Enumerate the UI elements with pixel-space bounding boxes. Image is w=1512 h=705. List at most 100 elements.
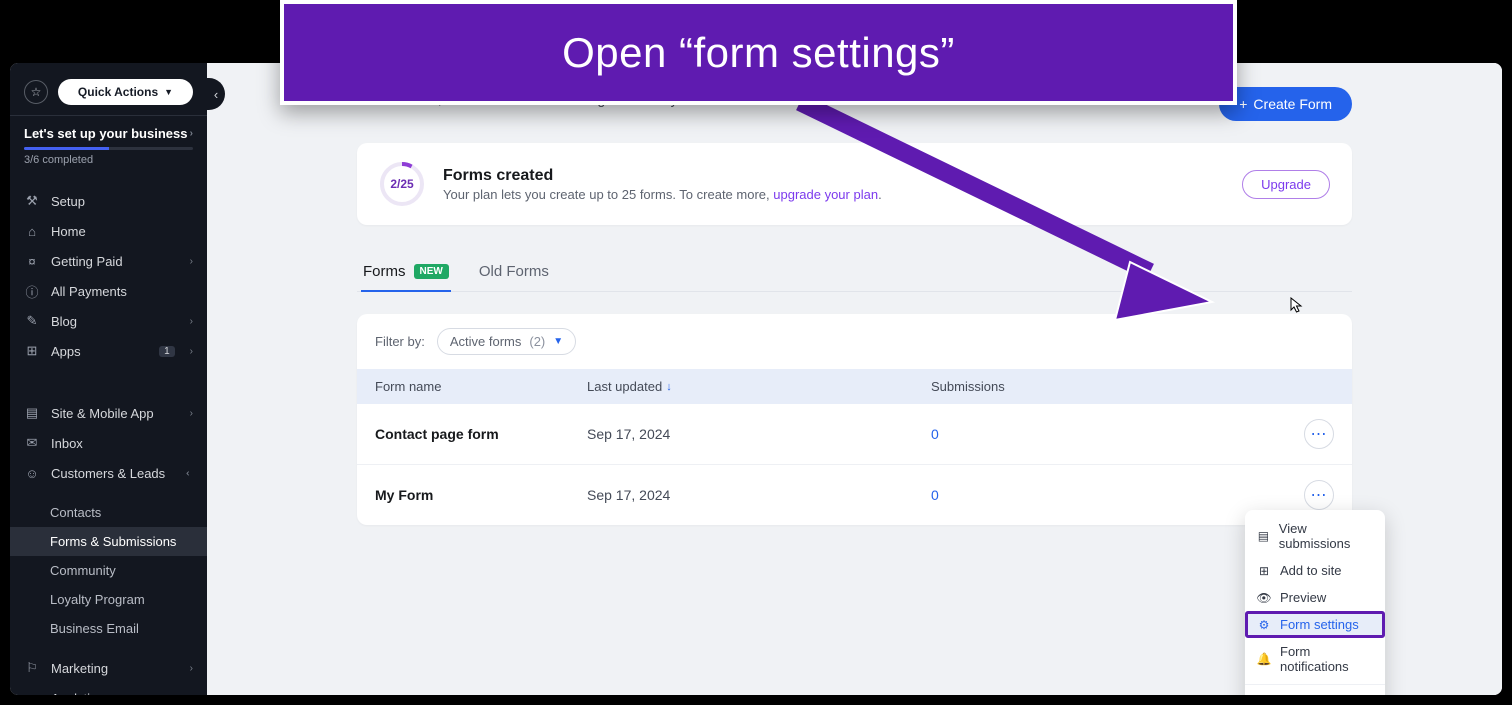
chevron-right-icon: › — [190, 256, 193, 267]
table-header: Form name Last updated ↓ Submissions — [357, 369, 1352, 404]
plan-usage-gauge: 2/25 — [379, 161, 425, 207]
nav-label: Inbox — [51, 436, 193, 451]
cell-last-updated: Sep 17, 2024 — [587, 426, 931, 442]
setup-progress-count: 3/6 completed — [24, 154, 193, 166]
sidebar-item-inbox[interactable]: ✉ Inbox — [10, 428, 207, 458]
nav-icon: ✎ — [24, 313, 40, 329]
plus-icon: + — [1239, 96, 1247, 112]
sidebar-item-site-mobile-app[interactable]: ▤ Site & Mobile App › — [10, 398, 207, 428]
col-last-updated[interactable]: Last updated ↓ — [587, 379, 931, 394]
row-context-menu: ▤View submissions ⊞Add to site 👁Preview … — [1245, 510, 1385, 695]
subnav-label: Business Email — [50, 621, 193, 636]
sidebar-item-getting-paid[interactable]: ¤ Getting Paid › — [10, 246, 207, 276]
setup-progress-bar — [24, 147, 193, 150]
nav-label: Analytics — [51, 691, 179, 696]
subnav-label: Community — [50, 563, 193, 578]
list-icon: ▤ — [1257, 529, 1270, 543]
cell-submissions[interactable]: 0 — [931, 487, 1274, 503]
chevron-right-icon: › — [190, 408, 193, 419]
nav-label: Setup — [51, 194, 193, 209]
sidebar-item-marketing[interactable]: ⚐ Marketing › — [10, 653, 207, 683]
nav-label: Apps — [51, 344, 148, 359]
setup-business-row[interactable]: Let's set up your business › — [24, 126, 193, 141]
subnav-label: Forms & Submissions — [50, 534, 193, 549]
create-form-button[interactable]: + Create Form — [1219, 87, 1352, 121]
app-frame: ‹ ☆ Quick Actions ▼ Let's set up your bu… — [10, 63, 1502, 695]
cell-form-name: My Form — [375, 487, 587, 503]
subnav-label: Loyalty Program — [50, 592, 193, 607]
nav-icon: ⚐ — [24, 660, 40, 676]
nav-label: Home — [51, 224, 193, 239]
filter-count: (2) — [529, 334, 545, 349]
nav-icon: ¤ — [24, 253, 40, 269]
table-row[interactable]: Contact page formSep 17, 20240 ⋯ — [357, 404, 1352, 465]
plan-card-title: Forms created — [443, 167, 882, 185]
filter-selected-value: Active forms — [450, 334, 522, 349]
menu-add-to-site[interactable]: ⊞Add to site — [1245, 557, 1385, 584]
upgrade-button[interactable]: Upgrade — [1242, 170, 1330, 199]
table-row[interactable]: My FormSep 17, 20240 ⋯ — [357, 465, 1352, 525]
nav-icon: ⌂ — [24, 223, 40, 239]
cell-last-updated: Sep 17, 2024 — [587, 487, 931, 503]
sidebar-item-customers-leads[interactable]: ☺Customers & Leads⌄ — [10, 458, 207, 488]
sidebar-subitem-loyalty-program[interactable]: Loyalty Program — [10, 585, 207, 614]
sidebar-item-apps[interactable]: ⊞Apps1› — [10, 336, 207, 366]
create-form-label: Create Form — [1253, 96, 1332, 112]
chevron-down-icon: ▼ — [553, 336, 563, 347]
instruction-banner: Open “form settings” — [280, 0, 1237, 105]
nav-icon: ✉ — [24, 435, 40, 451]
chevron-right-icon: › — [190, 346, 193, 357]
menu-form-notifications[interactable]: 🔔Form notifications — [1245, 638, 1385, 680]
sidebar-item-home[interactable]: ⌂ Home — [10, 216, 207, 246]
tab-old-forms[interactable]: Old Forms — [477, 253, 551, 292]
sidebar-item-setup[interactable]: ⚒ Setup — [10, 186, 207, 216]
tabs: Forms NEW Old Forms — [357, 253, 1352, 292]
chevron-down-icon: ▼ — [164, 87, 173, 97]
plus-square-icon: ⊞ — [1257, 564, 1271, 578]
nav-label: Customers & Leads — [51, 466, 174, 481]
sidebar-item-all-payments[interactable]: ⓘAll Payments — [10, 276, 207, 306]
cell-submissions[interactable]: 0 — [931, 426, 1274, 442]
col-form-name[interactable]: Form name — [375, 379, 587, 394]
nav-icon: ⚒ — [24, 193, 40, 209]
upgrade-plan-link[interactable]: upgrade your plan — [773, 187, 878, 202]
cell-form-name: Contact page form — [375, 426, 587, 442]
plan-card-desc: Your plan lets you create up to 25 forms… — [443, 187, 882, 202]
nav-label: Marketing — [51, 661, 179, 676]
bell-icon: 🔔 — [1257, 652, 1271, 666]
menu-preview[interactable]: 👁Preview — [1245, 584, 1385, 611]
subnav-label: Contacts — [50, 505, 193, 520]
setup-business-label: Let's set up your business — [24, 126, 187, 141]
filter-select[interactable]: Active forms (2) ▼ — [437, 328, 576, 355]
row-more-button[interactable]: ⋯ — [1304, 480, 1334, 510]
eye-icon: 👁 — [1257, 591, 1271, 605]
sort-down-icon: ↓ — [666, 381, 672, 393]
sidebar-item-analytics[interactable]: ⤳Analytics› — [10, 683, 207, 695]
sidebar-subitem-contacts[interactable]: Contacts — [10, 498, 207, 527]
sidebar-subitem-community[interactable]: Community — [10, 556, 207, 585]
sidebar-item-blog[interactable]: ✎Blog› — [10, 306, 207, 336]
nav-label: Site & Mobile App — [51, 406, 179, 421]
new-badge: NEW — [414, 264, 449, 279]
sidebar-subitem-forms-submissions[interactable]: Forms & Submissions — [10, 527, 207, 556]
gear-icon: ⚙ — [1257, 618, 1271, 632]
tab-forms[interactable]: Forms NEW — [361, 253, 451, 292]
menu-view-submissions[interactable]: ▤View submissions — [1245, 515, 1385, 557]
nav-icon: ⊞ — [24, 343, 40, 359]
row-more-button[interactable]: ⋯ — [1304, 419, 1334, 449]
sidebar-subitem-business-email[interactable]: Business Email — [10, 614, 207, 643]
quick-actions-label: Quick Actions — [78, 85, 158, 99]
chevron-right-icon: › — [190, 663, 193, 674]
menu-make-copy[interactable]: ⧉Make a copy — [1245, 689, 1385, 695]
main-content: Create forms, collect submissions and ge… — [207, 63, 1502, 695]
plan-usage-card: 2/25 Forms created Your plan lets you cr… — [357, 143, 1352, 225]
col-submissions[interactable]: Submissions — [931, 379, 1274, 394]
nav-icon: ☺ — [24, 465, 40, 481]
nav-icon: ⓘ — [24, 283, 40, 299]
menu-form-settings[interactable]: ⚙Form settings — [1245, 611, 1385, 638]
nav-icon: ▤ — [24, 405, 40, 421]
nav-label: Getting Paid — [51, 254, 179, 269]
tab-forms-label: Forms — [363, 263, 406, 280]
nav-icon: ⤳ — [24, 690, 40, 695]
quick-actions-button[interactable]: Quick Actions ▼ — [58, 79, 193, 105]
